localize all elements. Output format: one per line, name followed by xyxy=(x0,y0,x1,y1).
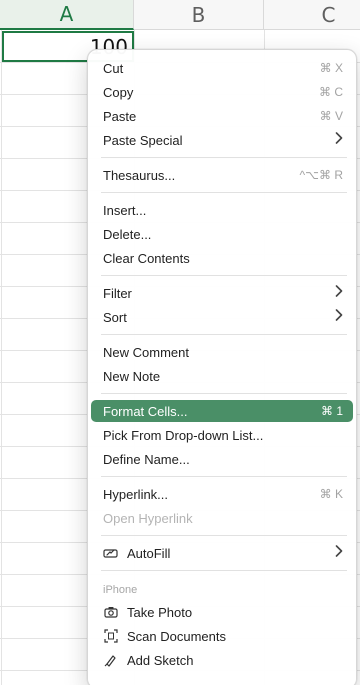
menu-item-new-note[interactable]: New Note xyxy=(91,365,353,387)
menu-separator xyxy=(101,157,347,158)
menu-item-scan-documents[interactable]: Scan Documents xyxy=(91,625,353,647)
menu-item-label: Insert... xyxy=(103,202,147,218)
menu-item-sort[interactable]: Sort xyxy=(91,306,353,328)
menu-item-label: Clear Contents xyxy=(103,250,190,266)
shortcut-text: ⌘ X xyxy=(319,61,343,75)
menu-item-label: Delete... xyxy=(103,226,152,242)
menu-item-new-comment[interactable]: New Comment xyxy=(91,341,353,363)
menu-item-label: Pick From Drop-down List... xyxy=(103,427,264,443)
menu-item-label: Copy xyxy=(103,84,134,100)
menu-item-label: Define Name... xyxy=(103,451,190,467)
menu-item-label: Add Sketch xyxy=(127,652,194,668)
camera-icon xyxy=(103,605,119,619)
menu-item-insert[interactable]: Insert... xyxy=(91,199,353,221)
menu-item-format-cells[interactable]: Format Cells... ⌘ 1 xyxy=(91,400,353,422)
shortcut-text: ⌘ C xyxy=(319,85,343,99)
autofill-icon xyxy=(103,546,119,560)
menu-item-label: Format Cells... xyxy=(103,403,188,419)
menu-item-filter[interactable]: Filter xyxy=(91,282,353,304)
menu-item-label: Paste Special xyxy=(103,132,183,148)
menu-item-hyperlink[interactable]: Hyperlink... ⌘ K xyxy=(91,483,353,505)
menu-item-pick-from-dropdown[interactable]: Pick From Drop-down List... xyxy=(91,424,353,446)
menu-item-copy[interactable]: Copy ⌘ C xyxy=(91,81,353,103)
menu-item-paste-special[interactable]: Paste Special xyxy=(91,129,353,151)
menu-item-open-hyperlink: Open Hyperlink xyxy=(91,507,353,529)
menu-separator xyxy=(101,393,347,394)
menu-item-add-sketch[interactable]: Add Sketch xyxy=(91,649,353,671)
menu-item-paste[interactable]: Paste ⌘ V xyxy=(91,105,353,127)
chevron-right-icon xyxy=(335,132,343,148)
column-header-c[interactable]: C xyxy=(264,0,360,30)
menu-separator xyxy=(101,476,347,477)
menu-item-clear-contents[interactable]: Clear Contents xyxy=(91,247,353,269)
menu-item-label: AutoFill xyxy=(127,545,171,561)
menu-item-label: New Note xyxy=(103,368,161,384)
grid-line xyxy=(1,30,2,685)
menu-item-label: Paste xyxy=(103,108,137,124)
context-menu: Cut ⌘ X Copy ⌘ C Paste ⌘ V Paste Special… xyxy=(87,49,357,685)
spreadsheet-area: A B C 100 Cut ⌘ X Copy ⌘ C Paste ⌘ V Pas… xyxy=(0,0,360,685)
menu-item-take-photo[interactable]: Take Photo xyxy=(91,601,353,623)
menu-separator xyxy=(101,275,347,276)
menu-separator xyxy=(101,570,347,571)
menu-item-thesaurus[interactable]: Thesaurus... ^⌥⌘ R xyxy=(91,164,353,186)
sketch-icon xyxy=(103,653,119,667)
menu-item-label: Cut xyxy=(103,60,124,76)
shortcut-text: ⌘ K xyxy=(319,487,343,501)
menu-item-label: Sort xyxy=(103,309,127,325)
chevron-right-icon xyxy=(335,285,343,301)
menu-item-delete[interactable]: Delete... xyxy=(91,223,353,245)
menu-item-label: Scan Documents xyxy=(127,628,226,644)
column-header-a[interactable]: A xyxy=(0,0,134,30)
menu-item-label: Hyperlink... xyxy=(103,486,169,502)
column-header-b[interactable]: B xyxy=(134,0,264,30)
menu-separator xyxy=(101,334,347,335)
shortcut-text: ^⌥⌘ R xyxy=(299,168,343,182)
menu-item-cut[interactable]: Cut ⌘ X xyxy=(91,57,353,79)
menu-item-label: Take Photo xyxy=(127,604,193,620)
menu-item-autofill[interactable]: AutoFill xyxy=(91,542,353,564)
menu-item-label: New Comment xyxy=(103,344,189,360)
chevron-right-icon xyxy=(335,545,343,561)
menu-separator xyxy=(101,535,347,536)
chevron-right-icon xyxy=(335,309,343,325)
menu-item-define-name[interactable]: Define Name... xyxy=(91,448,353,470)
scan-icon xyxy=(103,629,119,643)
section-title-iphone: iPhone xyxy=(103,584,138,596)
menu-item-label: Filter xyxy=(103,285,132,301)
shortcut-text: ⌘ 1 xyxy=(320,404,343,418)
menu-item-label: Open Hyperlink xyxy=(103,510,193,526)
shortcut-text: ⌘ V xyxy=(319,109,343,123)
menu-item-label: Thesaurus... xyxy=(103,167,176,183)
menu-separator xyxy=(101,192,347,193)
